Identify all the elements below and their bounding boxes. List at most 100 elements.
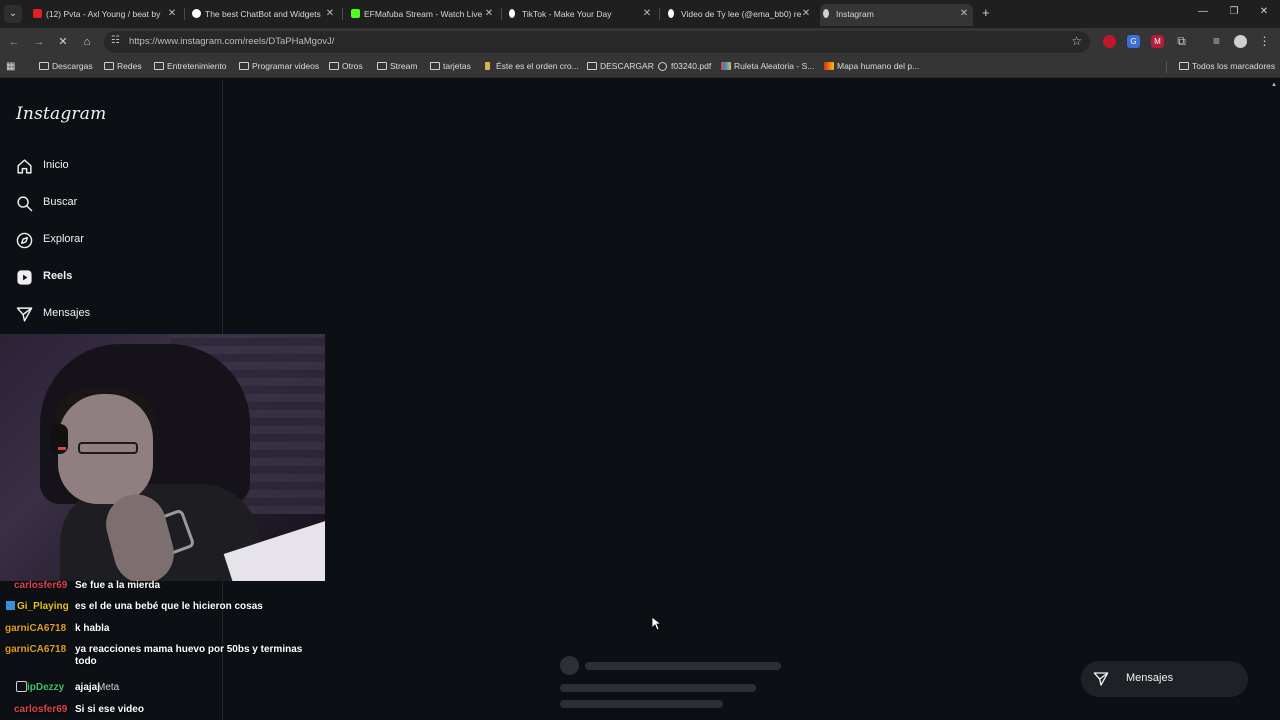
back-button[interactable]: ←: [6, 34, 22, 50]
apps-icon[interactable]: ▦: [6, 61, 15, 72]
close-icon[interactable]: ✕: [483, 4, 495, 24]
tab-title: EFMafuba Stream - Watch Live: [364, 9, 483, 19]
loading-text-placeholder: [585, 662, 781, 670]
chat-username: carlosfer69: [14, 580, 68, 591]
chat-username: garniCA6718: [5, 623, 67, 634]
reels-icon: [17, 270, 32, 285]
extensions-puzzle-icon[interactable]: ⧉: [1175, 35, 1188, 48]
streamer-webcam-overlay: [0, 334, 325, 581]
home-icon: [17, 159, 32, 174]
bookmark-stream[interactable]: Stream: [377, 61, 417, 72]
folder-icon: [587, 62, 597, 70]
minimize-button[interactable]: —: [1195, 6, 1211, 17]
folder-icon: [377, 62, 387, 70]
folder-icon: [430, 62, 440, 70]
messages-pill-label: Mensajes: [1126, 672, 1174, 684]
candle-icon: [485, 62, 490, 70]
tab-youtube[interactable]: (12) Pvta - Axl Young / beat by ✕: [30, 4, 178, 26]
chat-username: ipDezzy: [27, 682, 65, 693]
stream-chat-overlay: carlosfer69 Se fue a la mierda Gi_Playin…: [0, 576, 325, 720]
gmail-icon: [824, 62, 834, 70]
extension-red-icon[interactable]: [1103, 35, 1116, 48]
translate-extension-icon[interactable]: G: [1127, 35, 1140, 48]
sidebar-item-label: Buscar: [43, 196, 78, 208]
bookmark-descargar[interactable]: DESCARGAR: [587, 61, 654, 72]
folder-icon: [329, 62, 339, 70]
tab-tiktok-video[interactable]: Video de Ty lee (@ema_bb0) re ✕: [665, 4, 812, 26]
folder-icon: [104, 62, 114, 70]
bookmark-ruleta[interactable]: Ruleta Aleatoria - S...: [721, 61, 814, 72]
sidebar-item-label: Inicio: [43, 159, 69, 171]
tab-streamelements[interactable]: The best ChatBot and Widgets ✕: [189, 4, 336, 26]
page-scrollbar[interactable]: ▲: [1268, 80, 1280, 720]
folder-icon: [1179, 62, 1189, 70]
close-icon[interactable]: ✕: [800, 4, 812, 24]
url-text[interactable]: https://www.instagram.com/reels/DTaPHaMg…: [129, 36, 334, 47]
sidebar-item-inicio[interactable]: Inicio: [16, 155, 206, 179]
messages-pill-button[interactable]: Mensajes: [1081, 661, 1248, 697]
extension-pink-icon[interactable]: M: [1151, 35, 1164, 48]
instagram-icon: [823, 9, 829, 18]
folder-icon: [39, 62, 49, 70]
close-icon[interactable]: ✕: [324, 4, 336, 24]
bookmark-star-icon[interactable]: ☆: [1071, 34, 1082, 48]
kick-icon: [351, 9, 360, 18]
bookmark-orden-cronologico[interactable]: Éste es el orden cro...: [483, 61, 579, 72]
close-icon[interactable]: ✕: [166, 4, 178, 24]
sidebar-item-reels[interactable]: Reels: [16, 266, 206, 290]
tiktok-icon: [668, 9, 674, 18]
stop-loading-button[interactable]: ✕: [55, 34, 71, 50]
tiktok-icon: [509, 9, 515, 18]
folder-icon: [239, 62, 249, 70]
sidebar-item-label: Reels: [43, 270, 73, 282]
chat-badge-icon: [6, 601, 15, 610]
tab-search-button[interactable]: ⌄: [4, 5, 22, 23]
bookmark-pdf[interactable]: f03240.pdf: [658, 61, 711, 72]
bookmark-tarjetas[interactable]: tarjetas: [430, 61, 471, 72]
browser-window: ⌄ (12) Pvta - Axl Young / beat by ✕ The …: [0, 0, 1280, 720]
sidebar-item-label: Explorar: [43, 233, 84, 245]
sidebar-item-explorar[interactable]: Explorar: [16, 229, 206, 253]
chat-text: Si si ese video: [75, 704, 144, 715]
bookmark-redes[interactable]: Redes: [104, 61, 142, 72]
media-controls-icon[interactable]: ≡: [1210, 35, 1223, 48]
bookmark-descargas[interactable]: Descargas: [39, 61, 93, 72]
chat-text: ajajaj: [75, 682, 101, 693]
bookmark-programar-videos[interactable]: Programar videos: [239, 61, 319, 72]
chat-text: k habla: [75, 623, 110, 634]
chat-username: Gi_Playing: [17, 601, 69, 612]
restore-button[interactable]: ❐: [1226, 6, 1242, 17]
profile-avatar[interactable]: [1234, 35, 1247, 48]
home-button[interactable]: ⌂: [79, 34, 95, 50]
bookmark-mapa-humano[interactable]: Mapa humano del p...: [824, 61, 919, 72]
close-icon[interactable]: ✕: [958, 4, 970, 24]
globe-icon: [658, 62, 667, 71]
close-icon[interactable]: ✕: [641, 4, 653, 24]
tab-title: (12) Pvta - Axl Young / beat by: [46, 9, 161, 19]
mouse-cursor-icon: [652, 617, 662, 631]
address-bar[interactable]: ☷ https://www.instagram.com/reels/DTaPHa…: [104, 31, 1090, 53]
forward-button[interactable]: →: [31, 34, 47, 50]
tab-title: TikTok - Make Your Day: [522, 9, 612, 19]
bookmark-entretenimiento[interactable]: Entretenimiento: [154, 61, 227, 72]
bookmark-todos-los-marcadores[interactable]: Todos los marcadores: [1179, 61, 1275, 72]
loading-text-placeholder: [560, 684, 756, 692]
close-window-button[interactable]: ✕: [1256, 6, 1272, 17]
browser-toolbar: ← → ✕ ⌂ ☷ https://www.instagram.com/reel…: [0, 28, 1280, 56]
tab-tiktok[interactable]: TikTok - Make Your Day ✕: [506, 4, 653, 26]
sidebar-item-mensajes[interactable]: Mensajes: [16, 303, 206, 327]
menu-icon[interactable]: ⋮: [1258, 35, 1271, 48]
site-info-icon[interactable]: ☷: [111, 35, 120, 46]
sidebar-item-buscar[interactable]: Buscar: [16, 192, 206, 216]
loading-avatar-placeholder: [560, 656, 579, 675]
tab-kick[interactable]: EFMafuba Stream - Watch Live ✕: [348, 4, 495, 26]
tab-instagram[interactable]: Instagram ✕: [820, 4, 973, 26]
streamelements-icon: [192, 9, 201, 18]
chat-username: carlosfer69: [14, 704, 68, 715]
new-tab-button[interactable]: +: [982, 6, 990, 20]
chat-username: garniCA6718: [5, 644, 67, 655]
youtube-icon: [33, 9, 42, 18]
tab-title: The best ChatBot and Widgets: [205, 9, 321, 19]
bookmark-otros[interactable]: Otros: [329, 61, 363, 72]
instagram-logo[interactable]: Instagram: [16, 104, 106, 124]
